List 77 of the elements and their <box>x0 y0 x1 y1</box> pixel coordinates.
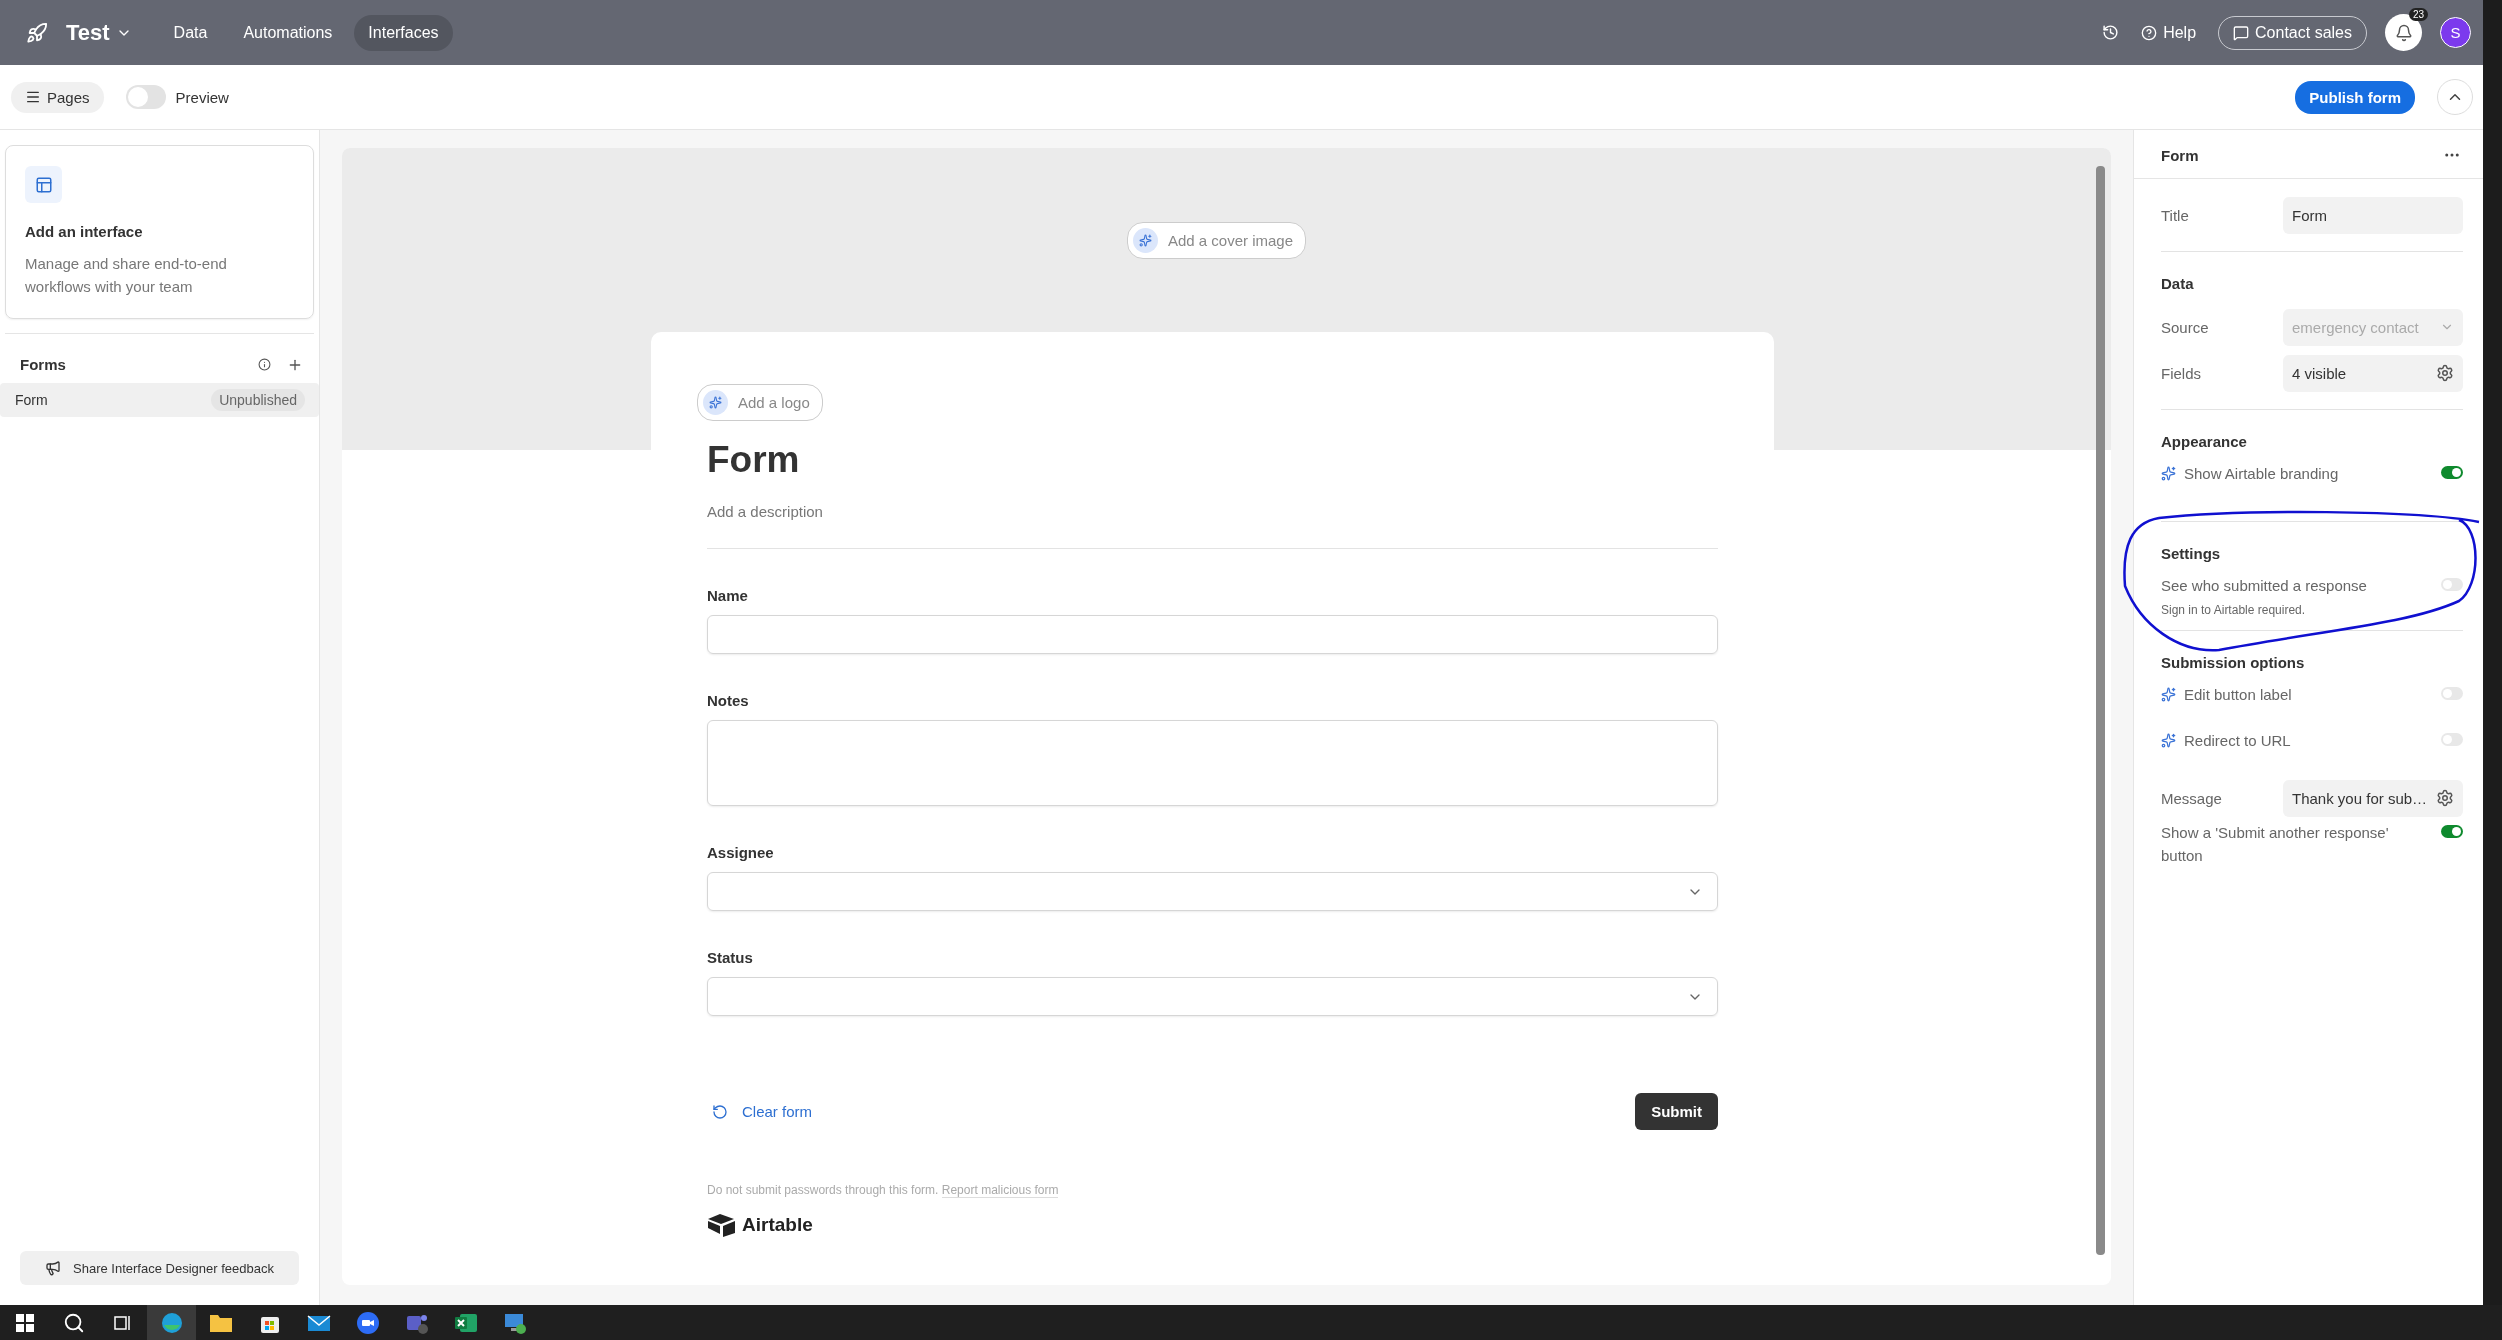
preview-label: Preview <box>175 88 229 106</box>
input-field[interactable] <box>707 615 1718 654</box>
help-icon <box>2141 24 2158 41</box>
promo-title: Add an interface <box>25 223 144 240</box>
pages-button[interactable]: Pages <box>11 81 104 113</box>
layout-icon <box>25 166 62 203</box>
select-field[interactable] <box>707 872 1718 911</box>
search-icon[interactable] <box>62 1311 85 1334</box>
bell-icon <box>2394 23 2413 42</box>
notification-badge: 23 <box>2408 8 2428 21</box>
publish-button[interactable]: Publish form <box>2295 80 2415 114</box>
field-label: Name <box>707 587 749 604</box>
field-label: Message <box>2161 789 2223 807</box>
brand-name: Airtable <box>742 1214 813 1236</box>
nav-tab[interactable]: Automations <box>229 14 347 51</box>
select-field[interactable] <box>707 977 1718 1016</box>
toggle-label: Edit button label <box>2161 683 2391 706</box>
sparkle-icon <box>2161 466 2176 481</box>
nav-tab[interactable]: Data <box>159 14 222 51</box>
input-field[interactable]: Form <box>2283 196 2463 234</box>
field-label: Notes <box>707 692 750 709</box>
spreadsheet-icon[interactable] <box>453 1311 478 1334</box>
field-label: Fields <box>2161 364 2202 382</box>
feedback-button[interactable]: Share Interface Designer feedback <box>20 1251 299 1285</box>
clear-form-link[interactable]: Clear form <box>707 1103 812 1120</box>
airtable-logo-icon <box>707 1213 737 1237</box>
help-button[interactable]: Help <box>2133 17 2205 48</box>
base-name[interactable]: Test <box>66 19 110 46</box>
toggle-label: Show Airtable branding <box>2161 462 2391 485</box>
form-description: Add a description <box>707 503 1718 549</box>
info-icon[interactable] <box>258 358 271 371</box>
form-title: Form <box>707 439 801 481</box>
sparkle-icon <box>2161 733 2176 748</box>
input-field[interactable]: 4 visible <box>2283 354 2463 392</box>
field-label: Assignee <box>707 844 775 861</box>
add-cover-button[interactable]: Add a cover image <box>1126 222 1307 259</box>
preview-toggle[interactable] <box>125 85 166 109</box>
rocket-icon[interactable] <box>26 21 48 44</box>
toggle-label: Redirect to URL <box>2161 729 2391 752</box>
menu-icon <box>25 89 41 105</box>
toggle-label: See who submitted a response <box>2161 576 2368 596</box>
video-call-icon[interactable] <box>355 1310 380 1335</box>
user-avatar[interactable]: S <box>2440 17 2471 48</box>
field-label: Source <box>2161 318 2210 336</box>
section-heading: Data <box>2161 275 2195 292</box>
status-badge: Unpublished <box>211 389 305 411</box>
hint-text: Sign in to Airtable required. <box>2161 603 2307 617</box>
toggle-switch[interactable] <box>2441 825 2463 838</box>
nav-tab[interactable]: Interfaces <box>354 14 453 51</box>
toggle-label: Show a 'Submit another response' button <box>2161 823 2390 866</box>
page-item[interactable]: Form Unpublished <box>0 383 319 417</box>
sparkle-icon <box>1138 234 1152 247</box>
mail-icon[interactable] <box>306 1312 331 1333</box>
add-logo-button[interactable]: Add a logo <box>697 384 823 421</box>
panel-title: Form <box>2161 146 2199 164</box>
browser-icon[interactable] <box>159 1310 184 1335</box>
section-title: Forms <box>20 356 67 373</box>
sparkle-icon <box>709 396 722 409</box>
settings-icon[interactable] <box>2436 789 2454 807</box>
reset-icon <box>712 1103 728 1120</box>
input-field[interactable]: Thank you for sub… <box>2283 779 2463 817</box>
disclaimer-text: Do not submit passwords through this form. Report malicious form <box>707 1183 1060 1197</box>
chat-icon <box>2233 24 2250 41</box>
toggle-switch[interactable] <box>2441 466 2463 479</box>
field-label: Title <box>2161 206 2190 224</box>
megaphone-icon <box>45 1260 62 1276</box>
submit-button[interactable]: Submit <box>1635 1093 1718 1130</box>
promo-text: Manage and share end-to-end workflows with your team <box>25 254 228 297</box>
section-heading: Appearance <box>2161 433 2248 450</box>
field-label: Status <box>707 949 754 966</box>
section-heading: Settings <box>2161 545 2222 562</box>
sparkle-icon <box>2161 687 2176 702</box>
promo-card[interactable]: Add an interface Manage and share end-to-end workflows with your team <box>5 145 314 319</box>
settings-icon[interactable] <box>2436 364 2454 382</box>
section-heading: Submission options <box>2161 654 2306 671</box>
history-icon[interactable] <box>2102 24 2120 41</box>
windows-icon[interactable] <box>14 1312 35 1333</box>
